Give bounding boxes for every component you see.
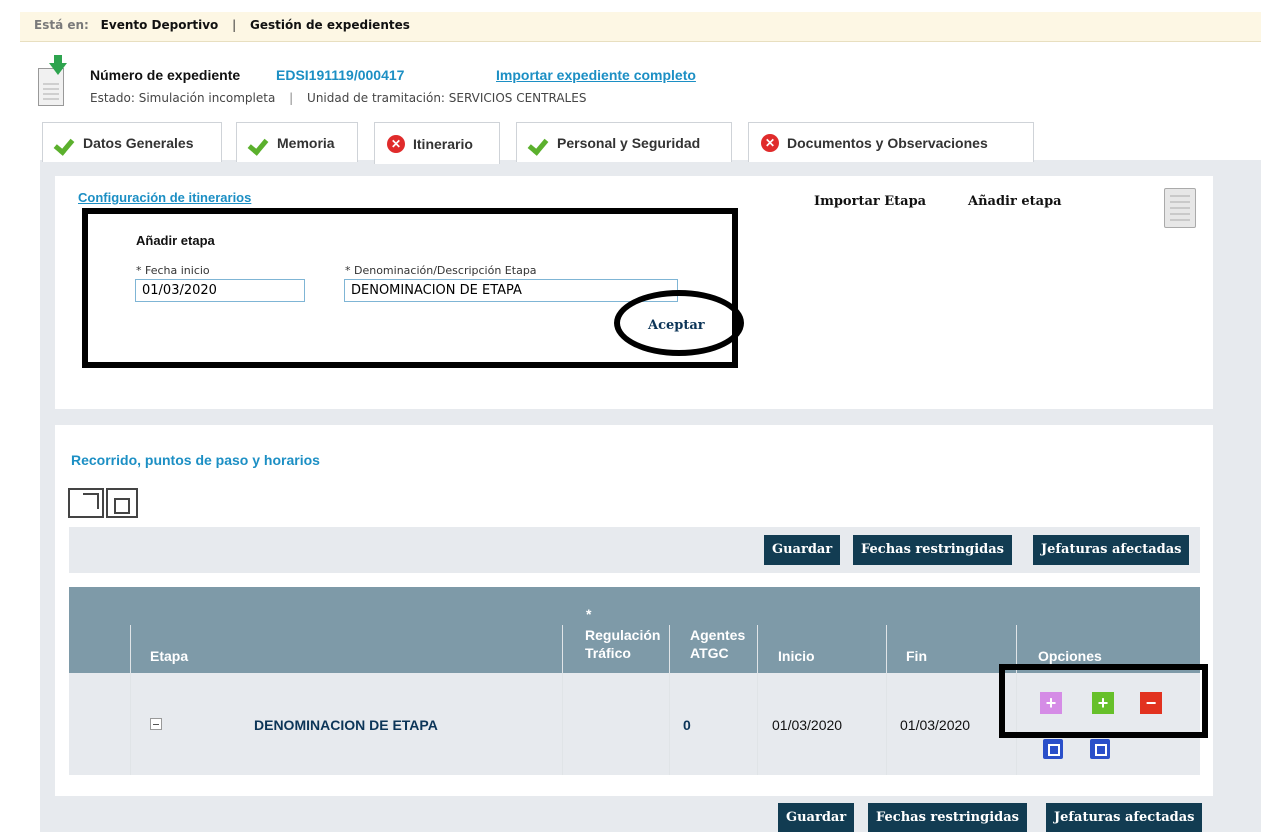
check-icon (249, 134, 271, 152)
header-agentes-line1: Agentes (690, 627, 746, 643)
column-divider (130, 625, 131, 775)
save-button-bottom[interactable]: Guardar (778, 803, 855, 832)
header-inicio: Inicio (778, 648, 815, 664)
estado-label: Estado: (90, 91, 135, 105)
error-icon: ✕ (387, 134, 405, 153)
header-opciones: Opciones (1038, 648, 1102, 664)
tab-label: Personal y Seguridad (557, 134, 701, 151)
fecha-inicio-input[interactable] (135, 279, 305, 302)
breadcrumb-separator: | (232, 18, 237, 32)
add-stage-form-title: Añadir etapa (136, 233, 215, 248)
tab-documentos-observaciones[interactable]: ✕ Documentos y Observaciones (748, 122, 1034, 162)
tab-itinerario[interactable]: ✕ Itinerario (374, 122, 500, 164)
breadcrumb-item-evento[interactable]: Evento Deportivo (101, 18, 219, 32)
collapse-row-icon[interactable] (150, 718, 162, 730)
column-divider (886, 625, 887, 775)
row-agentes: 0 (683, 717, 691, 733)
affected-departments-button-bottom[interactable]: Jefaturas afectadas (1046, 803, 1203, 832)
options-highlight-box (999, 664, 1208, 738)
unidad-value: SERVICIOS CENTRALES (448, 91, 587, 105)
download-document-icon (38, 55, 67, 106)
expediente-status-line: Estado: Simulación incompleta | Unidad d… (90, 91, 586, 105)
header-fin: Fin (906, 648, 927, 664)
route-title: Recorrido, puntos de paso y horarios (71, 452, 320, 468)
header-agentes-line2: ATGC (690, 645, 729, 661)
column-divider (669, 625, 670, 775)
affected-departments-button[interactable]: Jefaturas afectadas (1033, 535, 1190, 565)
unidad-label: Unidad de tramitación: (307, 91, 445, 105)
import-stage-link[interactable]: Importar Etapa (814, 194, 926, 209)
header-regulacion-line1: Regulación (585, 627, 661, 643)
check-icon (55, 134, 77, 152)
row-inicio: 01/03/2020 (772, 717, 843, 733)
move-down-icon[interactable] (1090, 739, 1110, 759)
breadcrumb-label: Está en: (34, 18, 89, 32)
fecha-inicio-label: * Fecha inicio (136, 264, 210, 277)
breadcrumb-item-gestion[interactable]: Gestión de expedientes (250, 18, 410, 32)
header-regulacion-required-mark: * (586, 606, 592, 622)
breadcrumb: Está en: Evento Deportivo | Gestión de e… (20, 12, 1261, 42)
tab-personal-seguridad[interactable]: Personal y Seguridad (516, 122, 732, 162)
accept-button[interactable]: Aceptar (648, 318, 705, 333)
collapse-all-icon[interactable] (106, 488, 138, 518)
add-stage-link[interactable]: Añadir etapa (968, 194, 1062, 209)
tab-label: Documentos y Observaciones (787, 134, 988, 151)
check-icon (529, 134, 551, 152)
header-regulacion-line2: Tráfico (585, 645, 631, 661)
expand-all-icon[interactable] (68, 488, 104, 518)
column-divider (757, 625, 758, 775)
restricted-dates-button[interactable]: Fechas restringidas (853, 535, 1012, 565)
status-separator: | (289, 91, 294, 105)
route-toolbar (69, 527, 1200, 573)
estado-value: Simulación incompleta (138, 91, 276, 105)
row-fin: 01/03/2020 (900, 717, 971, 733)
row-etapa: DENOMINACION DE ETAPA (254, 717, 438, 733)
config-itinerarios-link[interactable]: Configuración de itinerarios (78, 190, 251, 205)
tab-memoria[interactable]: Memoria (236, 122, 358, 162)
save-button[interactable]: Guardar (764, 535, 841, 565)
tab-label: Datos Generales (83, 134, 194, 151)
restricted-dates-button-bottom[interactable]: Fechas restringidas (868, 803, 1027, 832)
expediente-number: EDSI191119/000417 (276, 67, 405, 83)
header-etapa: Etapa (150, 648, 189, 664)
tab-label: Itinerario (413, 135, 473, 152)
spreadsheet-icon[interactable] (1164, 188, 1196, 228)
expediente-title: Número de expediente (90, 67, 241, 83)
denominacion-input[interactable] (344, 279, 678, 302)
import-expediente-link[interactable]: Importar expediente completo (496, 67, 696, 83)
denominacion-label: * Denominación/Descripción Etapa (345, 264, 537, 277)
move-up-icon[interactable] (1043, 739, 1063, 759)
tab-label: Memoria (277, 134, 335, 151)
tab-datos-generales[interactable]: Datos Generales (42, 122, 222, 162)
error-icon: ✕ (761, 133, 779, 152)
column-divider (562, 625, 563, 775)
